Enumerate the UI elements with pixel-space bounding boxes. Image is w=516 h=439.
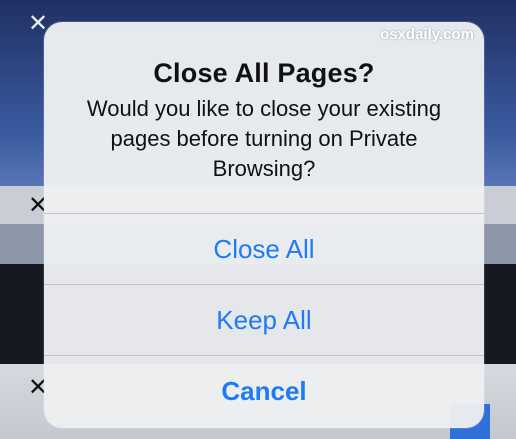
close-all-button[interactable]: Close All [44,213,484,284]
keep-all-button[interactable]: Keep All [44,284,484,355]
alert-title: Close All Pages? [153,58,375,88]
alert-header: Close All Pages? Would you like to close… [44,22,484,213]
watermark: osxdaily.com [380,26,474,43]
alert-message: Would you like to close your existing pa… [86,96,442,181]
cancel-button[interactable]: Cancel [44,355,484,426]
alert-dialog: Close All Pages? Would you like to close… [44,22,484,428]
